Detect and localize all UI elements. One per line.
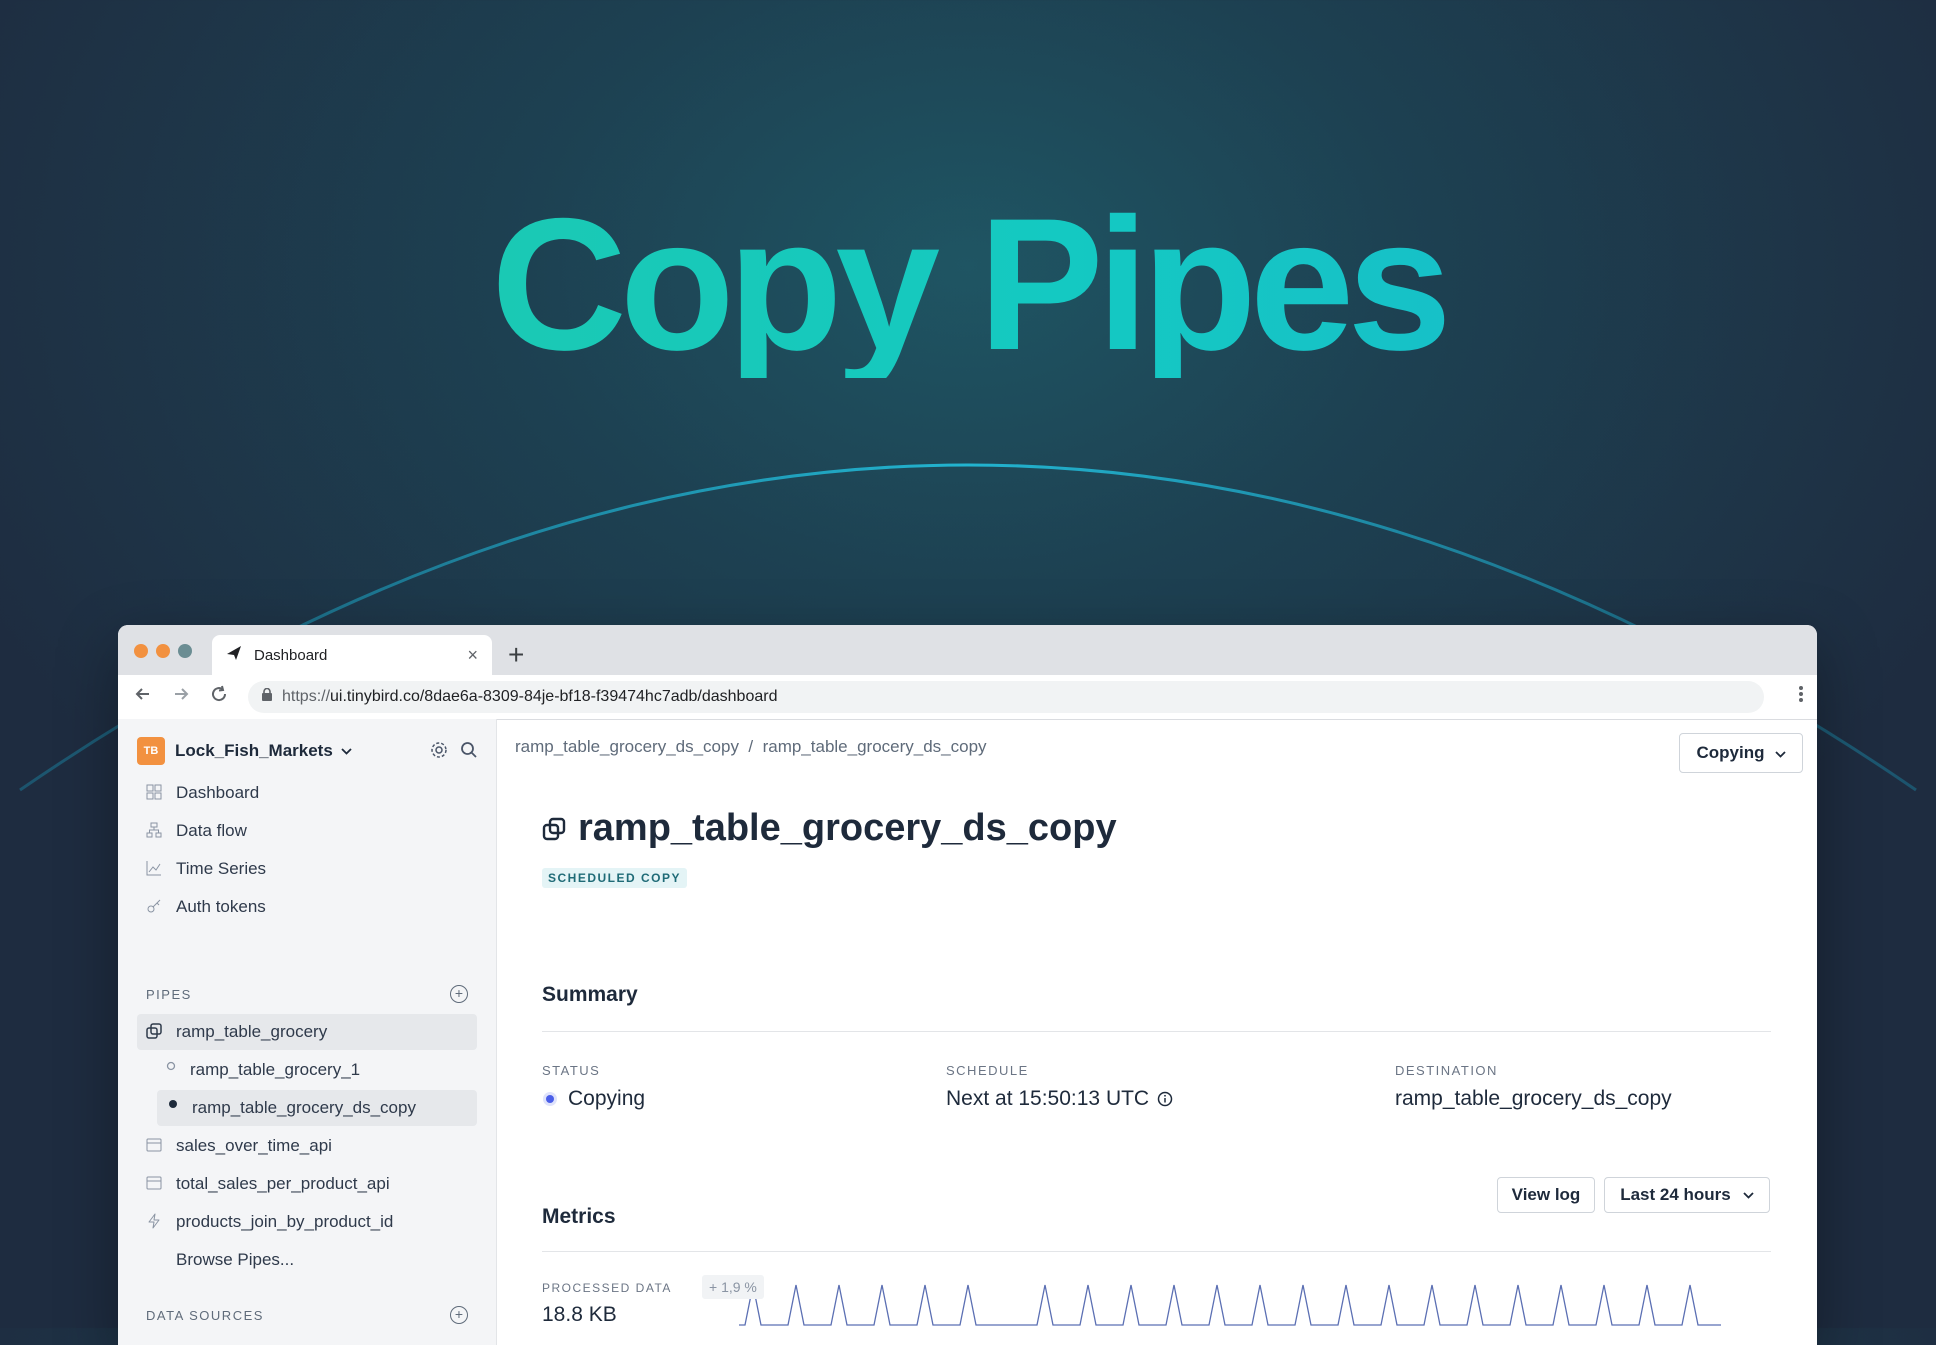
sidebar-item-label: Dashboard bbox=[176, 783, 260, 802]
sidebar-item-data-flow[interactable]: Data flow bbox=[137, 813, 477, 849]
processed-data-label: PROCESSED DATA bbox=[542, 1281, 672, 1295]
hero-title: Copy Pipes bbox=[0, 190, 1936, 378]
sidebar-item-pipe-node[interactable]: ramp_table_grocery_1 bbox=[137, 1052, 477, 1088]
pipe-label: sales_over_time_api bbox=[176, 1136, 332, 1155]
key-icon bbox=[146, 898, 164, 916]
pipe-label: products_join_by_product_id bbox=[176, 1212, 394, 1231]
breadcrumb[interactable]: ramp_table_grocery_ds_copy / ramp_table_… bbox=[515, 737, 987, 757]
schedule-label: SCHEDULE bbox=[946, 1063, 1029, 1078]
sidebar-item-time-series[interactable]: Time Series bbox=[137, 851, 477, 887]
sidebar-item-pipe[interactable]: total_sales_per_product_api bbox=[137, 1166, 477, 1202]
url-field[interactable]: https://ui.tinybird.co/8dae6a-8309-84je-… bbox=[248, 681, 1764, 713]
workspace-name: Lock_Fish_Markets bbox=[175, 741, 333, 760]
lightning-icon bbox=[146, 1213, 164, 1231]
sidebar-item-pipe[interactable]: ramp_table_grocery bbox=[137, 1014, 477, 1050]
page-title-text: ramp_table_grocery_ds_copy bbox=[578, 807, 1117, 849]
info-icon[interactable] bbox=[1157, 1091, 1173, 1107]
copying-status-dropdown[interactable]: Copying bbox=[1679, 733, 1803, 773]
workspace-badge: TB bbox=[137, 737, 165, 765]
pipe-label: ramp_table_grocery bbox=[176, 1022, 328, 1041]
close-tab-icon[interactable]: × bbox=[467, 645, 478, 666]
metrics-divider bbox=[542, 1251, 1771, 1252]
change-percent-badge: + 1,9 % bbox=[702, 1275, 764, 1299]
endpoint-table-icon bbox=[146, 1175, 164, 1193]
tab-dashboard[interactable]: Dashboard × bbox=[212, 635, 492, 675]
maximize-window-dot[interactable] bbox=[178, 644, 192, 658]
sidebar-item-auth-tokens[interactable]: Auth tokens bbox=[137, 889, 477, 925]
lock-icon bbox=[262, 687, 272, 706]
pipes-section-label: PIPES bbox=[146, 987, 192, 1002]
chevron-down-icon bbox=[341, 744, 352, 758]
sidebar-item-label: Data flow bbox=[176, 821, 247, 840]
new-tab-button[interactable]: + bbox=[508, 635, 524, 675]
scheduled-copy-badge: SCHEDULED COPY bbox=[542, 868, 688, 888]
sidebar-item-pipe-node-active[interactable]: ramp_table_grocery_ds_copy bbox=[157, 1090, 477, 1126]
browse-pipes-link[interactable]: Browse Pipes... bbox=[137, 1242, 477, 1278]
pipe-node-label: ramp_table_grocery_ds_copy bbox=[192, 1098, 416, 1117]
data-sources-section-label: DATA SOURCES bbox=[146, 1308, 264, 1323]
sidebar-item-dashboard[interactable]: Dashboard bbox=[137, 775, 477, 811]
sidebar-item-label: Auth tokens bbox=[176, 897, 266, 916]
schedule-value: Next at 15:50:13 UTC bbox=[946, 1087, 1173, 1111]
status-value-text: Copying bbox=[568, 1087, 646, 1110]
address-bar: https://ui.tinybird.co/8dae6a-8309-84je-… bbox=[118, 675, 1817, 720]
sidebar: TB Lock_Fish_Markets Dashboard Data flow… bbox=[118, 719, 497, 1345]
view-log-button[interactable]: View log bbox=[1497, 1177, 1595, 1213]
summary-divider bbox=[542, 1031, 1771, 1032]
tab-bar: Dashboard × + bbox=[118, 625, 1817, 675]
destination-label: DESTINATION bbox=[1395, 1063, 1498, 1078]
node-filled-dot-icon bbox=[168, 1099, 178, 1117]
reload-icon[interactable] bbox=[210, 685, 228, 709]
tinybird-logo-icon bbox=[226, 645, 242, 666]
close-window-dot[interactable] bbox=[134, 644, 148, 658]
sidebar-item-pipe[interactable]: sales_over_time_api bbox=[137, 1128, 477, 1164]
back-arrow-icon[interactable] bbox=[134, 685, 152, 709]
url-scheme: https:// bbox=[282, 688, 331, 705]
settings-gear-icon[interactable] bbox=[430, 741, 448, 764]
browser-window: Dashboard × + https://ui.tinybird.co/8da… bbox=[118, 625, 1817, 1345]
chevron-down-icon bbox=[1774, 743, 1786, 763]
node-empty-dot-icon bbox=[166, 1061, 176, 1079]
copy-pipe-icon bbox=[542, 817, 566, 841]
page-title: ramp_table_grocery_ds_copy bbox=[542, 807, 1117, 850]
sidebar-item-label: Time Series bbox=[176, 859, 267, 878]
schedule-value-text: Next at 15:50:13 UTC bbox=[946, 1087, 1150, 1110]
copying-button-label: Copying bbox=[1696, 743, 1765, 762]
summary-heading: Summary bbox=[542, 983, 638, 1006]
minimize-window-dot[interactable] bbox=[156, 644, 170, 658]
sidebar-item-pipe[interactable]: products_join_by_product_id bbox=[137, 1204, 477, 1240]
main-content: ramp_table_grocery_ds_copy / ramp_table_… bbox=[497, 719, 1817, 1345]
metrics-heading: Metrics bbox=[542, 1205, 616, 1228]
browser-menu-icon[interactable] bbox=[1799, 685, 1803, 709]
tab-label: Dashboard bbox=[254, 646, 328, 664]
search-icon[interactable] bbox=[460, 741, 478, 764]
pipe-label: total_sales_per_product_api bbox=[176, 1174, 390, 1193]
add-pipe-icon[interactable]: + bbox=[450, 985, 468, 1003]
chart-line-icon bbox=[146, 860, 164, 878]
status-label: STATUS bbox=[542, 1063, 601, 1078]
time-range-label: Last 24 hours bbox=[1620, 1185, 1731, 1204]
time-range-dropdown[interactable]: Last 24 hours bbox=[1604, 1177, 1770, 1213]
chevron-down-icon bbox=[1743, 1191, 1754, 1199]
destination-value[interactable]: ramp_table_grocery_ds_copy bbox=[1395, 1087, 1672, 1111]
copy-pipe-icon bbox=[146, 1023, 164, 1041]
url-text: ui.tinybird.co/8dae6a-8309-84je-bf18-f39… bbox=[330, 688, 778, 705]
grid-icon bbox=[146, 784, 164, 802]
status-value: Copying bbox=[542, 1087, 645, 1111]
sparkline-path bbox=[739, 1284, 1721, 1326]
workspace-selector[interactable]: TB Lock_Fish_Markets bbox=[137, 737, 352, 765]
add-data-source-icon[interactable]: + bbox=[450, 1306, 468, 1324]
data-flow-icon bbox=[146, 822, 164, 840]
endpoint-table-icon bbox=[146, 1137, 164, 1155]
pipe-node-label: ramp_table_grocery_1 bbox=[190, 1060, 361, 1079]
status-dot-icon bbox=[542, 1091, 558, 1107]
forward-arrow-icon[interactable] bbox=[172, 685, 190, 709]
processed-data-sparkline bbox=[739, 1284, 1721, 1326]
processed-data-value: 18.8 KB bbox=[542, 1303, 617, 1326]
